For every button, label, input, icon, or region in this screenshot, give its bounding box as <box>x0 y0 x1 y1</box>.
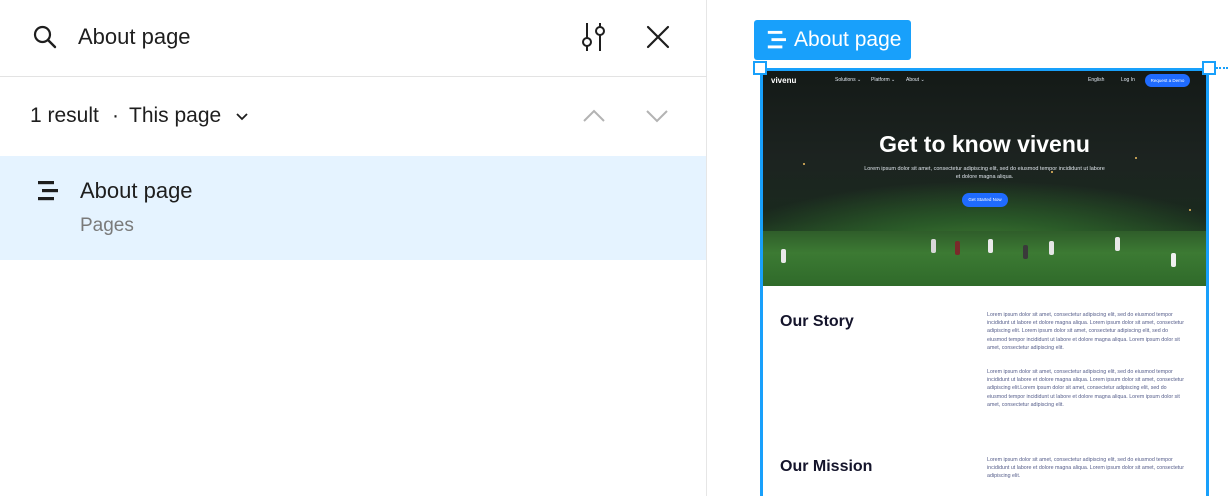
resize-handle[interactable] <box>753 61 767 75</box>
sliders-icon[interactable] <box>580 20 608 54</box>
canvas[interactable]: About page vivenu Solutions ⌄ Platform ⌄… <box>708 0 1228 496</box>
result-title: About page <box>80 178 193 203</box>
result-separator: · <box>112 104 119 127</box>
search-bar <box>0 0 707 77</box>
selection-outline <box>760 68 1209 496</box>
results-header: 1 result · This page <box>0 78 707 156</box>
result-subtitle: Pages <box>80 215 134 236</box>
page-frame-icon <box>38 181 58 201</box>
resize-handle[interactable] <box>1202 61 1216 75</box>
search-input[interactable] <box>78 20 548 54</box>
scope-dropdown[interactable]: This page <box>129 104 221 128</box>
frame-label[interactable]: About page <box>754 20 912 60</box>
list-item[interactable]: About page Pages <box>0 156 706 260</box>
app: 1 result · This page About page Pages <box>0 0 1228 496</box>
frame-label-text: About page <box>794 28 902 51</box>
page-frame-icon <box>767 30 786 49</box>
result-count: 1 result <box>30 104 99 127</box>
chevron-down-icon[interactable] <box>234 111 250 123</box>
search-panel: 1 result · This page About page Pages <box>0 0 707 496</box>
close-icon[interactable] <box>644 23 672 51</box>
next-result-icon[interactable] <box>643 104 671 128</box>
guide-line <box>1216 67 1228 69</box>
search-icon <box>33 25 57 49</box>
previous-result-icon[interactable] <box>580 104 608 128</box>
